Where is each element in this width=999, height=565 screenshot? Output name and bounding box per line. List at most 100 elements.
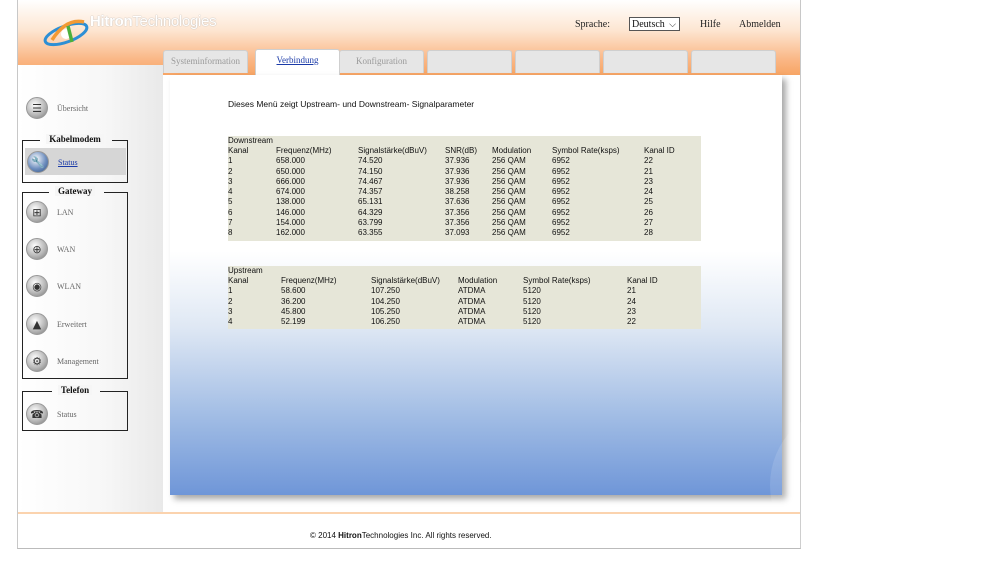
language-label: Sprache: bbox=[575, 19, 610, 30]
sidebar: ☰ Übersicht Kabelmodem 🔧 Status Gateway … bbox=[18, 65, 163, 512]
table-cell: 7 bbox=[228, 218, 233, 228]
column-header: Modulation bbox=[458, 276, 498, 285]
table-cell: 65.131 bbox=[358, 197, 383, 207]
main-content: Dieses Menü zeigt Upstream- und Downstre… bbox=[170, 75, 930, 565]
table-cell: 256 QAM bbox=[492, 176, 526, 186]
table-cell: 74.357 bbox=[358, 187, 383, 197]
table-cell: 74.520 bbox=[358, 156, 383, 166]
language-select[interactable]: Deutsch ⌵ bbox=[629, 17, 680, 31]
sidebar-item-label: LAN bbox=[57, 207, 74, 217]
table-cell: 256 QAM bbox=[492, 187, 526, 197]
table-cell: ATDMA bbox=[458, 296, 486, 306]
table-cell: 6952 bbox=[552, 218, 570, 228]
sidebar-item-erweitert[interactable]: ▲ Erweitert bbox=[26, 311, 87, 337]
tab-systeminformation[interactable]: Systeminformation bbox=[163, 50, 248, 73]
tab-empty-1[interactable] bbox=[427, 50, 512, 73]
chevron-down-icon: ⌵ bbox=[669, 19, 676, 29]
table-cell: 37.356 bbox=[445, 207, 470, 217]
table-cell: 256 QAM bbox=[492, 156, 526, 166]
table-cell: 22 bbox=[644, 156, 653, 166]
help-link[interactable]: Hilfe bbox=[700, 19, 721, 30]
table-row: 1 658.000 74.520 37.936 256 QAM 6952 22 bbox=[228, 156, 701, 166]
table-cell: 256 QAM bbox=[492, 207, 526, 217]
table-cell: 5120 bbox=[523, 286, 541, 296]
sidebar-item-wan[interactable]: ⊕ WAN bbox=[26, 236, 75, 262]
table-cell: 21 bbox=[644, 166, 653, 176]
table-cell: 6952 bbox=[552, 228, 570, 238]
sidebar-item-lan[interactable]: ⊞ LAN bbox=[26, 199, 73, 225]
table-row: 4 52.199 106.250 ATDMA 5120 22 bbox=[228, 317, 687, 327]
phone-icon: ☎ bbox=[26, 403, 48, 425]
tab-verbindung[interactable]: Verbindung bbox=[255, 49, 340, 75]
sidebar-item-row: 🔧 Status bbox=[27, 149, 78, 175]
table-cell: 3 bbox=[228, 176, 233, 186]
table-cell: 6952 bbox=[552, 207, 570, 217]
table-cell: 24 bbox=[644, 187, 653, 197]
column-header: Kanal bbox=[228, 146, 249, 155]
table-row: 7 154.000 63.799 37.356 256 QAM 6952 27 bbox=[228, 218, 701, 228]
sidebar-item-overview[interactable]: ☰ Übersicht bbox=[26, 95, 88, 121]
column-header: Kanal ID bbox=[627, 276, 658, 285]
table-cell: 138.000 bbox=[276, 197, 305, 207]
sidebar-item-label: Übersicht bbox=[57, 103, 89, 113]
upstream-table: Upstream Kanal Frequenz(MHz) Signalstärke(… bbox=[228, 266, 701, 329]
table-cell: ATDMA bbox=[458, 317, 486, 327]
table-cell: 650.000 bbox=[276, 166, 305, 176]
upstream-header-row: Kanal Frequenz(MHz) Signalstärke(dBuV) Modu… bbox=[228, 276, 687, 286]
table-row: 1 58.600 107.250 ATDMA 5120 21 bbox=[228, 286, 687, 296]
table-cell: 37.936 bbox=[445, 166, 470, 176]
table-cell: 107.250 bbox=[371, 286, 400, 296]
column-header: Frequenz(MHz) bbox=[281, 276, 337, 285]
tab-empty-3[interactable] bbox=[603, 50, 688, 73]
table-cell: 4 bbox=[228, 317, 233, 327]
table-row: 3 666.000 74.467 37.936 256 QAM 6952 23 bbox=[228, 177, 701, 187]
table-cell: 37.936 bbox=[445, 176, 470, 186]
firewall-icon: ▲ bbox=[26, 313, 48, 335]
table-cell: 6952 bbox=[552, 187, 570, 197]
downstream-header-row: Kanal Frequenz(MHz) Signalstärke(dBuV) SNR(… bbox=[228, 146, 701, 156]
table-row: 2 36.200 104.250 ATDMA 5120 24 bbox=[228, 297, 687, 307]
table-cell: 23 bbox=[644, 176, 653, 186]
table-cell: 6952 bbox=[552, 156, 570, 166]
sidebar-item-label: WLAN bbox=[57, 281, 81, 291]
wifi-icon: ◉ bbox=[26, 275, 48, 297]
table-cell: 106.250 bbox=[371, 317, 400, 327]
table-cell: 74.150 bbox=[358, 166, 383, 176]
table-cell: 26 bbox=[644, 207, 653, 217]
column-header: Signalstärke(dBuV) bbox=[358, 146, 427, 155]
table-cell: 4 bbox=[228, 187, 233, 197]
sidebar-item-cable-status[interactable]: 🔧 Status bbox=[25, 148, 126, 175]
tab-empty-4[interactable] bbox=[691, 50, 776, 73]
column-header: Frequenz(MHz) bbox=[276, 146, 332, 155]
sidebar-item-label: Status bbox=[57, 409, 77, 419]
header-bar: HitronTechnologies Sprache: Deutsch ⌵ Hil… bbox=[18, 0, 800, 75]
sidebar-item-label: Erweitert bbox=[57, 319, 87, 329]
table-cell: 1 bbox=[228, 286, 233, 296]
brand-name: HitronTechnologies bbox=[90, 13, 217, 30]
table-cell: 6952 bbox=[552, 197, 570, 207]
table-cell: 146.000 bbox=[276, 207, 305, 217]
table-cell: 74.467 bbox=[358, 176, 383, 186]
column-header: Symbol Rate(ksps) bbox=[552, 146, 620, 155]
table-cell: 28 bbox=[644, 228, 653, 238]
table-cell: 256 QAM bbox=[492, 228, 526, 238]
table-cell: 6952 bbox=[552, 176, 570, 186]
downstream-grid: Kanal Frequenz(MHz) Signalstärke(dBuV) SNR(… bbox=[228, 146, 701, 239]
tab-konfiguration[interactable]: Konfiguration bbox=[339, 50, 424, 73]
column-header: SNR(dB) bbox=[445, 146, 478, 155]
table-cell: 8 bbox=[228, 228, 233, 238]
table-cell: 666.000 bbox=[276, 176, 305, 186]
table-cell: 5120 bbox=[523, 306, 541, 316]
table-cell: 1 bbox=[228, 156, 233, 166]
sidebar-item-wlan[interactable]: ◉ WLAN bbox=[26, 273, 81, 299]
sidebar-item-telephone-status[interactable]: ☎ Status bbox=[26, 401, 77, 427]
upstream-grid: Kanal Frequenz(MHz) Signalstärke(dBuV) Modu… bbox=[228, 276, 687, 327]
logout-link[interactable]: Abmelden bbox=[739, 19, 781, 30]
wrench-icon: 🔧 bbox=[27, 151, 49, 173]
tab-empty-2[interactable] bbox=[515, 50, 600, 73]
sidebar-item-management[interactable]: ⚙ Management bbox=[26, 348, 99, 374]
table-cell: 38.258 bbox=[445, 187, 470, 197]
table-cell: 21 bbox=[627, 286, 636, 296]
column-header: Signalstärke(dBuV) bbox=[371, 276, 440, 285]
table-cell: 3 bbox=[228, 306, 233, 316]
